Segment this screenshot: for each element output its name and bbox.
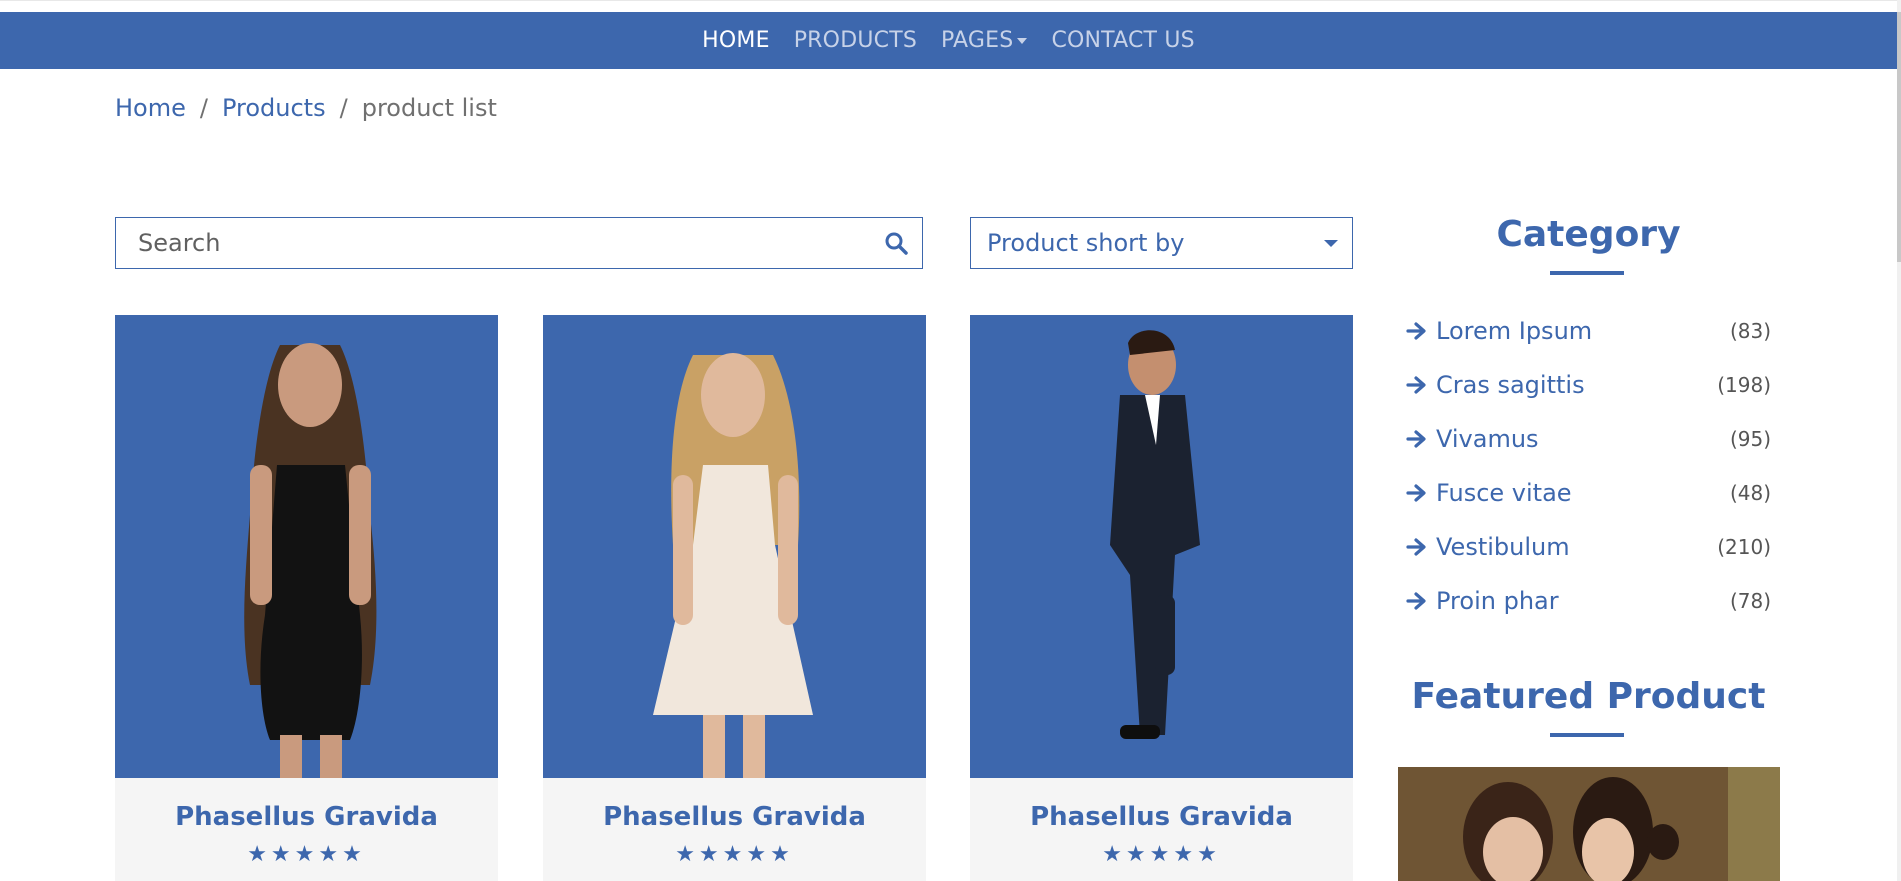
search-input[interactable] [116,218,880,268]
category-count: (198) [1717,373,1771,397]
search-box [115,217,923,269]
title-underline [1550,271,1624,275]
category-title: Category [1496,214,1681,255]
star-rating-icon: ★★★★★ [1102,842,1221,867]
star-rating-icon: ★★★★★ [675,842,794,867]
arrow-right-icon [1406,538,1426,556]
product-name[interactable]: Phasellus Gravida [543,802,926,832]
category-item[interactable]: Proin phar (78) [1406,574,1771,628]
woman-black-dress-figure [244,343,377,778]
category-item[interactable]: Cras sagittis (198) [1406,358,1771,412]
title-underline [1550,733,1624,737]
category-count: (83) [1729,319,1771,343]
product-sort-select[interactable]: Product short by [970,217,1353,269]
category-count: (210) [1717,535,1771,559]
featured-product-title: Featured Product [1411,676,1766,717]
nav-pages-label: PAGES [941,28,1014,53]
category-list: Lorem Ipsum (83) Cras sagittis (198) Viv… [1406,304,1771,628]
chevron-down-icon [1017,38,1028,44]
product-card[interactable]: Phasellus Gravida ★★★★★ [543,315,926,881]
nav-pages[interactable]: PAGES [941,28,1028,53]
breadcrumb-home[interactable]: Home [115,94,186,122]
category-count: (95) [1729,427,1771,451]
category-item[interactable]: Lorem Ipsum (83) [1406,304,1771,358]
nav-home[interactable]: HOME [702,28,770,53]
featured-product-image[interactable] [1398,767,1780,881]
nav-contact-us[interactable]: CONTACT US [1051,28,1194,53]
category-label: Proin phar [1436,587,1559,615]
page-scrollbar[interactable] [1897,0,1901,881]
breadcrumb: Home / Products / product list [115,94,497,122]
search-icon[interactable] [884,231,908,255]
nav-products[interactable]: PRODUCTS [794,28,917,53]
arrow-right-icon [1406,376,1426,394]
arrow-right-icon [1406,484,1426,502]
category-count: (48) [1729,481,1771,505]
breadcrumb-current: product list [361,94,497,122]
man-tuxedo-figure [1110,330,1200,739]
category-label: Cras sagittis [1436,371,1585,399]
product-image[interactable] [543,315,926,778]
top-border [0,0,1901,11]
featured-models-photo [1398,767,1780,881]
product-card[interactable]: Phasellus Gravida ★★★★★ [115,315,498,881]
arrow-right-icon [1406,592,1426,610]
category-label: Vestibulum [1436,533,1570,561]
product-image[interactable] [115,315,498,778]
product-card[interactable]: Phasellus Gravida ★★★★★ [970,315,1353,881]
scrollbar-thumb[interactable] [1897,12,1901,262]
category-label: Vivamus [1436,425,1539,453]
product-name[interactable]: Phasellus Gravida [115,802,498,832]
product-image[interactable] [970,315,1353,778]
breadcrumb-products[interactable]: Products [222,94,326,122]
woman-white-dress-figure [653,353,813,778]
chevron-down-icon [1324,240,1338,247]
category-item[interactable]: Vivamus (95) [1406,412,1771,466]
main-navbar: HOME PRODUCTS PAGES CONTACT US [0,12,1897,69]
arrow-right-icon [1406,430,1426,448]
product-name[interactable]: Phasellus Gravida [970,802,1353,832]
category-label: Fusce vitae [1436,479,1572,507]
breadcrumb-separator: / [339,94,348,122]
star-rating-icon: ★★★★★ [247,842,366,867]
category-item[interactable]: Fusce vitae (48) [1406,466,1771,520]
sort-select-label: Product short by [987,229,1185,257]
arrow-right-icon [1406,322,1426,340]
category-count: (78) [1729,589,1771,613]
category-label: Lorem Ipsum [1436,317,1593,345]
breadcrumb-separator: / [199,94,208,122]
category-item[interactable]: Vestibulum (210) [1406,520,1771,574]
